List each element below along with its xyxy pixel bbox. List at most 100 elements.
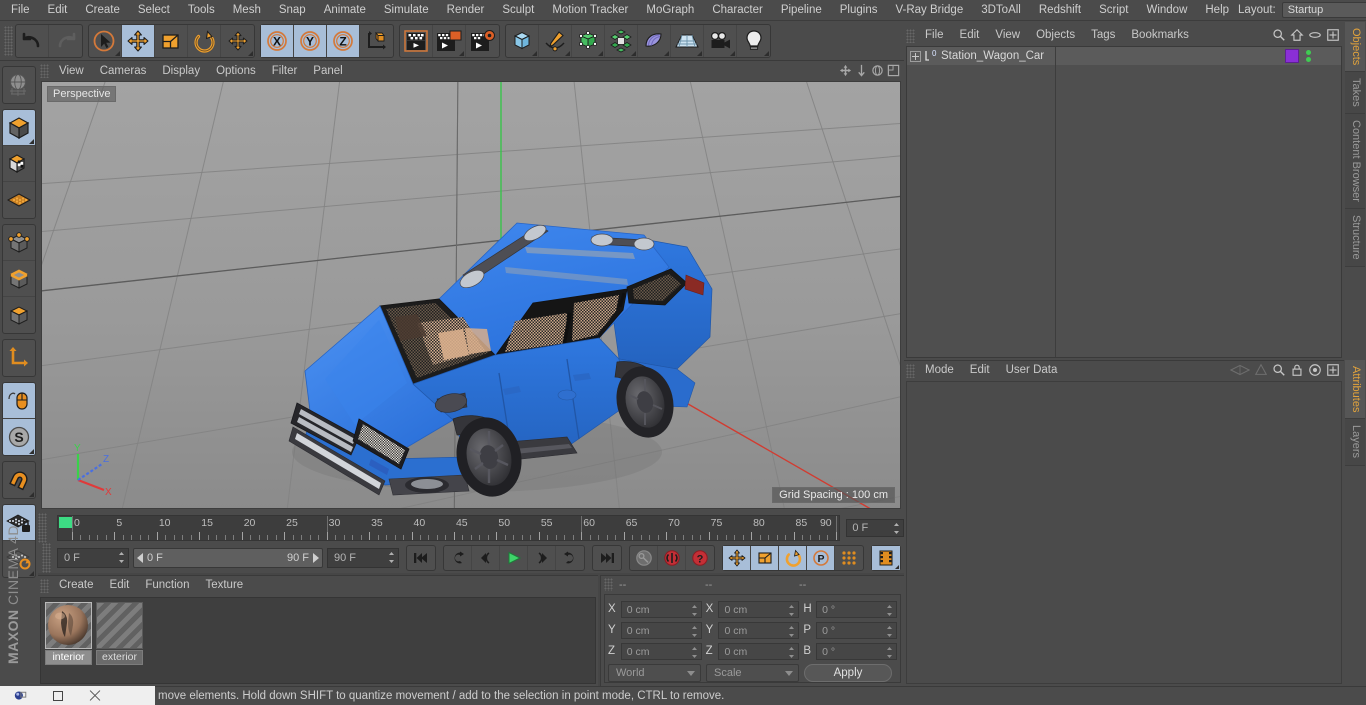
lock-z-axis[interactable]: Z: [327, 24, 360, 57]
model-mode-button[interactable]: [3, 110, 35, 146]
viewport-menu-panel[interactable]: Panel: [305, 62, 350, 80]
attribute-menu-mode[interactable]: Mode: [917, 362, 962, 379]
menu-item-animate[interactable]: Animate: [315, 1, 375, 20]
tab-objects[interactable]: Objects: [1345, 22, 1365, 73]
app-orb-icon[interactable]: [14, 689, 27, 702]
go-to-previous-key-button[interactable]: [444, 546, 472, 570]
spinner-icon[interactable]: [893, 522, 900, 535]
scale-key-button[interactable]: [751, 546, 779, 570]
material-menu-edit[interactable]: Edit: [102, 577, 138, 594]
object-menu-file[interactable]: File: [917, 27, 952, 44]
add-cube-button[interactable]: [506, 24, 539, 57]
spinner-icon[interactable]: [691, 604, 698, 617]
preview-range-bar[interactable]: 0 F 90 F: [133, 548, 323, 568]
range-right-arrow-icon[interactable]: [313, 553, 319, 563]
object-menu-tags[interactable]: Tags: [1083, 27, 1123, 44]
menu-item-tools[interactable]: Tools: [179, 1, 224, 20]
search-icon[interactable]: [1272, 28, 1286, 42]
attribute-body[interactable]: [906, 381, 1342, 684]
dynamic-place-tool[interactable]: [221, 25, 254, 57]
close-window-button[interactable]: [89, 690, 101, 702]
visibility-dots[interactable]: [1306, 50, 1311, 62]
add-light-button[interactable]: [737, 25, 770, 57]
material-tag-icon[interactable]: [1285, 49, 1299, 63]
render-region-button[interactable]: [433, 24, 466, 57]
viewport-menu-cameras[interactable]: Cameras: [92, 62, 155, 80]
texture-mode-button[interactable]: [3, 146, 35, 182]
coordinate-mode-dropdown[interactable]: Scale: [706, 664, 799, 682]
menu-item-mograph[interactable]: MoGraph: [637, 1, 703, 20]
attribute-menu-edit[interactable]: Edit: [962, 362, 998, 379]
spinner-icon[interactable]: [788, 646, 795, 659]
rotation-h-field[interactable]: 0 °: [816, 600, 897, 618]
rotation-b-field[interactable]: 0 °: [816, 642, 897, 660]
enable-axis-button[interactable]: [3, 340, 35, 376]
menu-item-snap[interactable]: Snap: [270, 1, 315, 20]
object-menu-view[interactable]: View: [987, 27, 1028, 44]
go-to-end-button[interactable]: [593, 546, 621, 570]
render-view-button[interactable]: [400, 24, 433, 57]
rotation-key-button[interactable]: [779, 546, 807, 570]
edge-mode-button[interactable]: [3, 261, 35, 297]
record-active-objects-button[interactable]: [630, 546, 658, 570]
step-back-button[interactable]: [472, 546, 500, 570]
viewport-menu-filter[interactable]: Filter: [264, 62, 306, 80]
workplane-mode-button[interactable]: [3, 182, 35, 218]
menu-item-select[interactable]: Select: [129, 1, 179, 20]
spinner-icon[interactable]: [886, 646, 893, 659]
dolly-icon[interactable]: [855, 64, 868, 77]
spinner-icon[interactable]: [788, 604, 795, 617]
material-list[interactable]: interior exterior: [40, 597, 596, 684]
menu-item-script[interactable]: Script: [1090, 1, 1137, 20]
lock-x-axis[interactable]: X: [261, 24, 294, 57]
menu-item-sculpt[interactable]: Sculpt: [493, 1, 543, 20]
size-z-field[interactable]: 0 cm: [718, 642, 800, 660]
rotation-p-field[interactable]: 0 °: [816, 621, 897, 639]
end-frame-field[interactable]: 90 F: [327, 548, 399, 568]
spinner-icon[interactable]: [886, 625, 893, 638]
current-frame-field[interactable]: 0 F: [57, 548, 129, 568]
menu-item-file[interactable]: File: [2, 1, 39, 20]
menu-item-3dtoall[interactable]: 3DToAll: [972, 1, 1030, 20]
scale-tool[interactable]: [155, 24, 188, 57]
add-mograph-button[interactable]: [605, 24, 638, 57]
viewport-menu-view[interactable]: View: [51, 62, 92, 80]
enable-snap-button[interactable]: [3, 462, 35, 498]
viewport-solo-button[interactable]: [3, 383, 35, 419]
go-to-start-button[interactable]: [407, 546, 435, 570]
timeline-frame-field[interactable]: 0 F: [846, 519, 905, 537]
ellipse-icon[interactable]: [1308, 28, 1322, 42]
keyframe-selection-button[interactable]: ?: [686, 546, 714, 570]
tab-structure[interactable]: Structure: [1345, 208, 1365, 267]
menu-item-window[interactable]: Window: [1137, 1, 1196, 20]
position-key-button[interactable]: [723, 546, 751, 570]
polygon-mode-button[interactable]: [3, 297, 35, 333]
lock-y-axis[interactable]: Y: [294, 24, 327, 57]
spinner-icon[interactable]: [691, 625, 698, 638]
spinner-icon[interactable]: [388, 551, 395, 564]
object-tree[interactable]: 0 Station_Wagon_Car: [906, 46, 1342, 358]
step-forward-button[interactable]: [528, 546, 556, 570]
menu-item-edit[interactable]: Edit: [39, 1, 77, 20]
home-icon[interactable]: [1290, 28, 1304, 42]
go-to-next-key-button[interactable]: [556, 546, 584, 570]
minimize-window-button[interactable]: [53, 690, 63, 701]
make-editable-globe[interactable]: [3, 67, 35, 103]
menu-item-simulate[interactable]: Simulate: [375, 1, 438, 20]
menu-item-motion-tracker[interactable]: Motion Tracker: [543, 1, 637, 20]
spinner-icon[interactable]: [886, 604, 893, 617]
position-z-field[interactable]: 0 cm: [620, 642, 702, 660]
add-spline-button[interactable]: [539, 24, 572, 57]
new-window-icon[interactable]: [1326, 28, 1340, 42]
search-icon[interactable]: [1272, 363, 1286, 377]
menu-item-plugins[interactable]: Plugins: [831, 1, 887, 20]
play-button[interactable]: [500, 546, 528, 570]
menu-item-vray-bridge[interactable]: V-Ray Bridge: [886, 1, 972, 20]
render-settings-button[interactable]: [466, 25, 499, 57]
menu-item-render[interactable]: Render: [438, 1, 494, 20]
point-mode-button[interactable]: [3, 225, 35, 261]
pan-icon[interactable]: [839, 64, 852, 77]
object-row-station-wagon-car[interactable]: 0 Station_Wagon_Car: [907, 47, 1341, 65]
menu-item-mesh[interactable]: Mesh: [224, 1, 270, 20]
add-scene-button[interactable]: [671, 24, 704, 57]
